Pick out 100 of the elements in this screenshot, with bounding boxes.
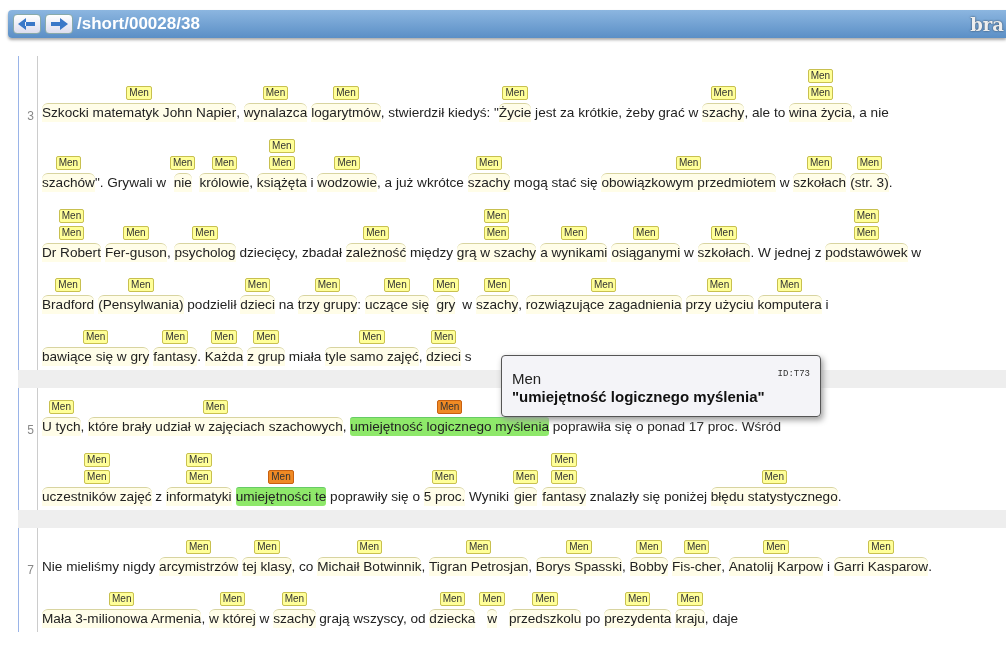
annotated-span[interactable]: Borys Spasski — [535, 557, 622, 576]
annotation-label[interactable]: Men — [476, 156, 502, 170]
annotated-span[interactable]: umiejętności te — [235, 487, 327, 506]
annotated-span[interactable]: (Pensylwania) — [98, 295, 184, 314]
annotation-label[interactable]: Men — [625, 592, 651, 606]
annotated-span[interactable]: Bobby — [629, 557, 669, 576]
annotation-label[interactable]: Men — [856, 156, 883, 170]
annotated-span[interactable]: szachy — [475, 295, 519, 314]
annotated-span[interactable]: gier — [514, 487, 537, 506]
annotation-label[interactable]: Men — [590, 278, 617, 292]
annotation-label[interactable]: Men — [633, 226, 659, 240]
annotated-span[interactable]: podstawówek — [825, 243, 908, 262]
annotation-label[interactable]: Men — [868, 540, 894, 554]
annotation-label[interactable]: Men — [269, 156, 295, 170]
annotation-label[interactable]: Men — [126, 86, 152, 100]
annotated-span[interactable]: bawiące się w gry — [42, 347, 150, 366]
annotation-label[interactable]: Men — [675, 156, 702, 170]
annotation-label[interactable]: Men — [465, 540, 492, 554]
annotated-span[interactable]: prezydenta — [604, 609, 672, 628]
annotation-label[interactable]: Men — [551, 470, 577, 484]
annotation-label[interactable]: Men — [192, 226, 218, 240]
annotated-span[interactable]: przy użyciu — [685, 295, 754, 314]
annotation-label[interactable]: Men — [566, 540, 592, 554]
annotation-label[interactable]: Men — [253, 330, 279, 344]
annotated-span[interactable]: Garri Kasparow — [833, 557, 929, 576]
annotated-span[interactable]: informatyki — [165, 487, 232, 506]
annotation-label[interactable]: Men — [48, 400, 74, 414]
annotation-label[interactable]: Men — [710, 86, 736, 100]
annotation-label[interactable]: Men — [636, 540, 662, 554]
annotated-span[interactable]: arcymistrzów — [159, 557, 239, 576]
annotation-label[interactable]: Men — [761, 470, 787, 484]
annotation-label[interactable]: Men — [431, 470, 458, 484]
annotation-label[interactable]: Men — [211, 330, 237, 344]
annotated-span[interactable]: szachy — [273, 609, 316, 628]
annotation-label[interactable]: Men — [853, 209, 880, 223]
annotated-span[interactable]: Fis-cher — [672, 557, 722, 576]
annotated-span[interactable]: w — [487, 609, 498, 628]
annotation-label[interactable]: Men — [384, 278, 410, 292]
annotated-span[interactable]: Życie — [498, 103, 532, 122]
annotated-span[interactable]: dzieci — [240, 295, 275, 314]
annotation-label[interactable]: Men — [169, 156, 196, 170]
annotation-label[interactable]: Men — [333, 86, 359, 100]
annotated-span[interactable]: szkołach — [793, 173, 847, 192]
annotated-span[interactable]: które brały udział w zajęciach szachowych — [88, 417, 343, 436]
annotated-span[interactable]: osiąganymi — [611, 243, 681, 262]
annotation-label[interactable]: Men — [109, 592, 135, 606]
annotated-span[interactable]: umiejętność logicznego myślenia — [350, 417, 549, 436]
annotation-label[interactable]: Men — [683, 540, 710, 554]
annotation-label[interactable]: Men — [677, 592, 703, 606]
annotation-label[interactable]: Men — [244, 278, 271, 292]
annotation-label[interactable]: Men — [55, 156, 82, 170]
annotated-span[interactable]: U tych — [42, 417, 81, 436]
annotation-label[interactable]: Men — [211, 156, 238, 170]
annotated-span[interactable]: (str. 3) — [850, 173, 889, 192]
annotated-span[interactable]: grą w szachy — [456, 243, 537, 262]
annotated-span[interactable]: szachy — [467, 173, 510, 192]
annotated-span[interactable]: Bradford — [42, 295, 95, 314]
annotated-span[interactable]: Anatolij Karpow — [728, 557, 824, 576]
annotated-span[interactable]: kraju — [675, 609, 705, 628]
annotation-label[interactable]: Men — [123, 226, 149, 240]
annotated-span[interactable]: psycholog — [174, 243, 236, 262]
annotation-label[interactable]: Men — [55, 278, 81, 292]
annotation-label[interactable]: Men — [532, 592, 558, 606]
annotation-label[interactable]: Men — [807, 86, 834, 100]
annotated-span[interactable]: komputera — [757, 295, 822, 314]
annotated-span[interactable]: Dr Robert — [42, 243, 101, 262]
annotation-label[interactable]: Men — [776, 278, 803, 292]
annotated-span[interactable]: szachy — [702, 103, 745, 122]
annotated-span[interactable]: fantasy — [542, 487, 587, 506]
annotated-span[interactable]: gry — [436, 295, 456, 314]
annotation-label[interactable]: Men — [479, 592, 505, 606]
annotation-label[interactable]: Men — [262, 86, 289, 100]
annotated-span[interactable]: 5 proc. — [423, 487, 466, 506]
annotated-span[interactable]: fantasy — [153, 347, 198, 366]
annotation-label[interactable]: Men — [269, 139, 295, 153]
annotated-span[interactable]: przedszkolu — [508, 609, 582, 628]
annotated-span[interactable]: z grup — [247, 347, 285, 366]
annotation-label[interactable]: Men — [711, 226, 737, 240]
annotated-span[interactable]: szachów — [42, 173, 95, 192]
back-button[interactable] — [13, 14, 41, 34]
annotated-span[interactable]: logarytmów — [311, 103, 381, 122]
annotation-label[interactable]: Men — [436, 400, 463, 414]
annotation-label[interactable]: Men — [314, 278, 341, 292]
annotation-label[interactable]: Men — [853, 226, 880, 240]
annotation-label[interactable]: Men — [128, 278, 154, 292]
annotation-label[interactable]: Men — [219, 592, 246, 606]
annotated-span[interactable]: nie — [173, 173, 192, 192]
annotation-label[interactable]: Men — [706, 278, 733, 292]
annotated-span[interactable]: błędu statystycznego — [710, 487, 838, 506]
forward-button[interactable] — [45, 14, 73, 34]
annotation-label[interactable]: Men — [58, 209, 85, 223]
annotation-label[interactable]: Men — [561, 226, 587, 240]
annotated-span[interactable]: wynalazca — [243, 103, 308, 122]
annotation-label[interactable]: Men — [186, 540, 212, 554]
annotated-span[interactable]: uczestników zajęć — [42, 487, 152, 506]
annotated-span[interactable]: obowiązkowym przedmiotem — [601, 173, 776, 192]
annotation-label[interactable]: Men — [268, 470, 294, 484]
annotation-label[interactable]: Men — [162, 330, 188, 344]
annotated-span[interactable]: rozwiązujące zagadnienia — [525, 295, 682, 314]
annotated-span[interactable]: Szkocki matematyk John Napier — [42, 103, 237, 122]
